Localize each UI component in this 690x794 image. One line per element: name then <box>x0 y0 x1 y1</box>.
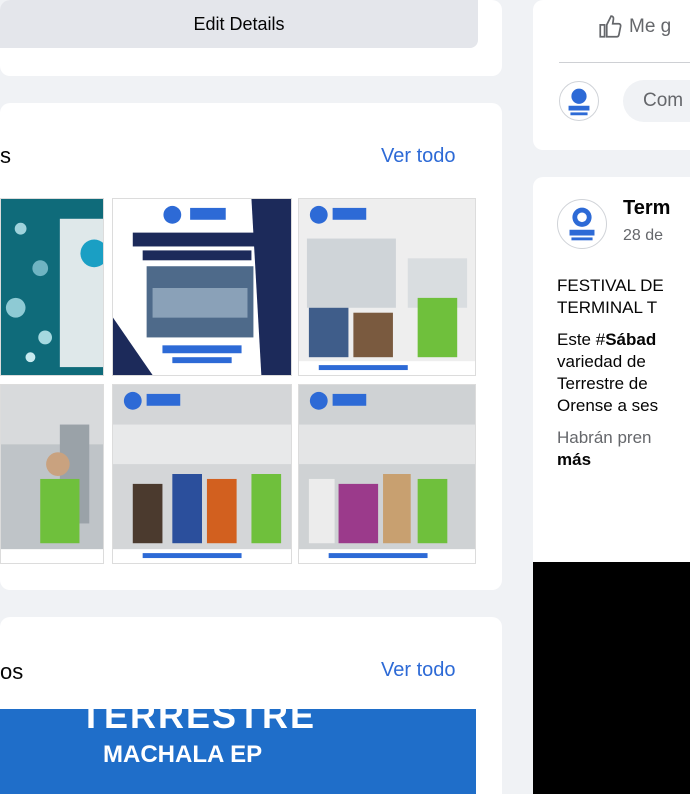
like-button[interactable]: Me g <box>597 14 671 40</box>
post-video[interactable] <box>533 562 690 794</box>
hashtag-link[interactable]: Sábad <box>605 330 656 349</box>
post-actions-card: Me g Com <box>533 0 690 150</box>
photo-thumbnail[interactable] <box>0 384 104 564</box>
photos-title: s <box>0 143 11 168</box>
post-body-line: Orense a ses <box>557 396 659 415</box>
post-body-line: Terrestre de <box>557 374 648 393</box>
videos-see-all-link[interactable]: Ver todo <box>381 659 456 682</box>
post-card: Term 28 de FESTIVAL DE TERMINAL T Este #… <box>533 177 690 794</box>
comment-input[interactable]: Com <box>623 80 690 122</box>
videos-card: os Ver todo TERRESTRE MACHALA EP <box>0 617 502 794</box>
video-thumb-text-1: TERRESTRE <box>80 709 317 736</box>
post-author[interactable]: Term <box>623 197 670 220</box>
post-body-line: Este #Sábad <box>557 329 656 351</box>
photos-see-all-link[interactable]: Ver todo <box>381 145 456 168</box>
photo-thumbnail[interactable] <box>112 198 292 376</box>
like-label: Me g <box>629 16 672 37</box>
page-avatar-icon[interactable] <box>557 199 607 249</box>
photo-thumbnail[interactable] <box>298 198 476 376</box>
video-thumbnail[interactable]: TERRESTRE MACHALA EP <box>0 709 476 794</box>
commenter-avatar <box>559 81 599 121</box>
photos-card: s Ver todo <box>0 103 502 590</box>
post-title-line: FESTIVAL DE <box>557 276 664 295</box>
photo-thumbnail[interactable] <box>0 198 104 376</box>
post-date[interactable]: 28 de <box>623 227 663 245</box>
comment-placeholder: Com <box>643 90 684 111</box>
videos-title: os <box>0 659 24 684</box>
photo-thumbnail[interactable] <box>112 384 292 564</box>
video-thumb-text-2: MACHALA EP <box>103 741 263 768</box>
post-body-line: variedad de <box>557 352 646 371</box>
divider <box>559 62 690 63</box>
post-body-prefix: Este # <box>557 330 606 349</box>
intro-card: Edit Details <box>0 0 502 76</box>
see-more-link[interactable]: más <box>557 449 591 471</box>
like-icon <box>597 14 623 40</box>
post-body-line: Habrán pren <box>557 428 652 447</box>
post-title-line: TERMINAL T <box>557 298 658 317</box>
edit-details-button[interactable]: Edit Details <box>0 0 478 48</box>
edit-details-label: Edit Details <box>193 13 285 34</box>
photo-thumbnail[interactable] <box>298 384 476 564</box>
